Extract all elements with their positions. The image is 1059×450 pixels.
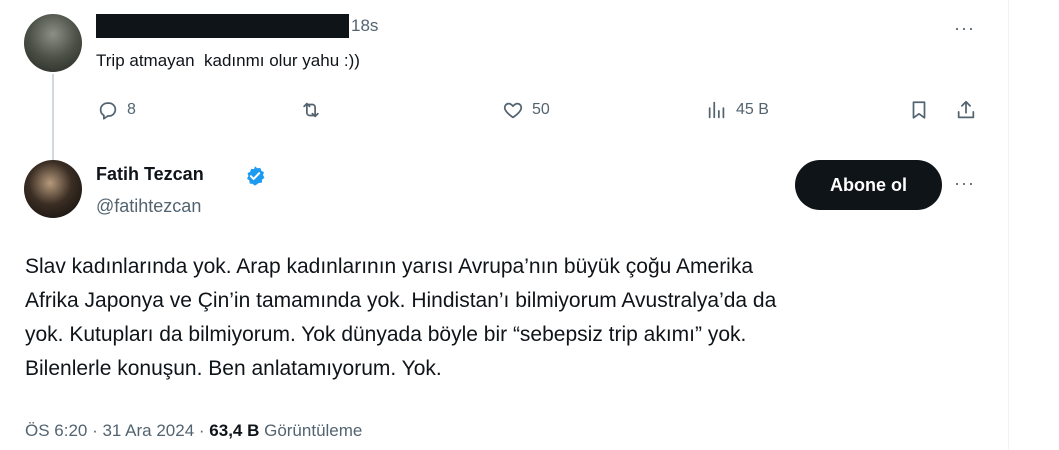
- verified-badge-icon: [247, 166, 265, 186]
- author-name[interactable]: Fatih Tezcan: [96, 164, 204, 185]
- tweet-views-label: Görüntüleme: [259, 421, 363, 440]
- reply-icon: [99, 102, 117, 120]
- reply-count: 8: [127, 101, 136, 118]
- reply-author-avatar[interactable]: [24, 14, 82, 72]
- bookmark-button[interactable]: [908, 96, 930, 124]
- views-button[interactable]: 45 B: [706, 96, 769, 124]
- tweet-metadata: ÖS 6:20 · 31 Ara 2024 · 63,4 B Görüntüle…: [25, 421, 362, 441]
- tweet-body-line: Slav kadınlarında yok. Arap kadınlarının…: [25, 255, 754, 278]
- column-divider: [1008, 0, 1009, 450]
- retweet-icon: [303, 102, 319, 118]
- author-handle[interactable]: @fatihtezcan: [96, 196, 201, 217]
- author-avatar[interactable]: [24, 160, 82, 218]
- share-icon: [957, 100, 975, 119]
- like-count: 50: [532, 101, 550, 118]
- share-button[interactable]: [955, 96, 977, 124]
- thread-connector-line: [52, 74, 54, 160]
- bookmark-icon: [912, 101, 926, 119]
- tweet-more-options-icon[interactable]: ···: [954, 173, 975, 194]
- redacted-author-name: [96, 14, 349, 38]
- tweet-body-line: Bilenlerle konuşun. Ben anlatamıyorum. Y…: [25, 357, 442, 380]
- tweet-body-line: Afrika Japonya ve Çin’in tamamında yok. …: [25, 289, 777, 312]
- reply-timestamp[interactable]: 18s: [351, 16, 378, 36]
- tweet-body: Slav kadınlarında yok. Arap kadınlarının…: [25, 250, 985, 386]
- views-count: 45 B: [736, 101, 769, 118]
- tweet-body-line: yok. Kutupları da bilmiyorum. Yok dünyad…: [25, 323, 747, 346]
- reply-more-options-icon[interactable]: ···: [954, 18, 975, 39]
- tweet-view-count: 63,4 B: [209, 421, 260, 440]
- reply-button[interactable]: 8: [97, 96, 136, 124]
- analytics-icon: [708, 101, 725, 119]
- heart-icon: [503, 102, 523, 119]
- tweet-timestamp[interactable]: ÖS 6:20 · 31 Ara 2024 ·: [25, 421, 209, 440]
- retweet-button[interactable]: [300, 96, 330, 124]
- follow-button[interactable]: Abone ol: [795, 160, 942, 210]
- like-button[interactable]: 50: [502, 96, 550, 124]
- reply-tweet-text: Trip atmayan kadınmı olur yahu :)): [96, 51, 360, 70]
